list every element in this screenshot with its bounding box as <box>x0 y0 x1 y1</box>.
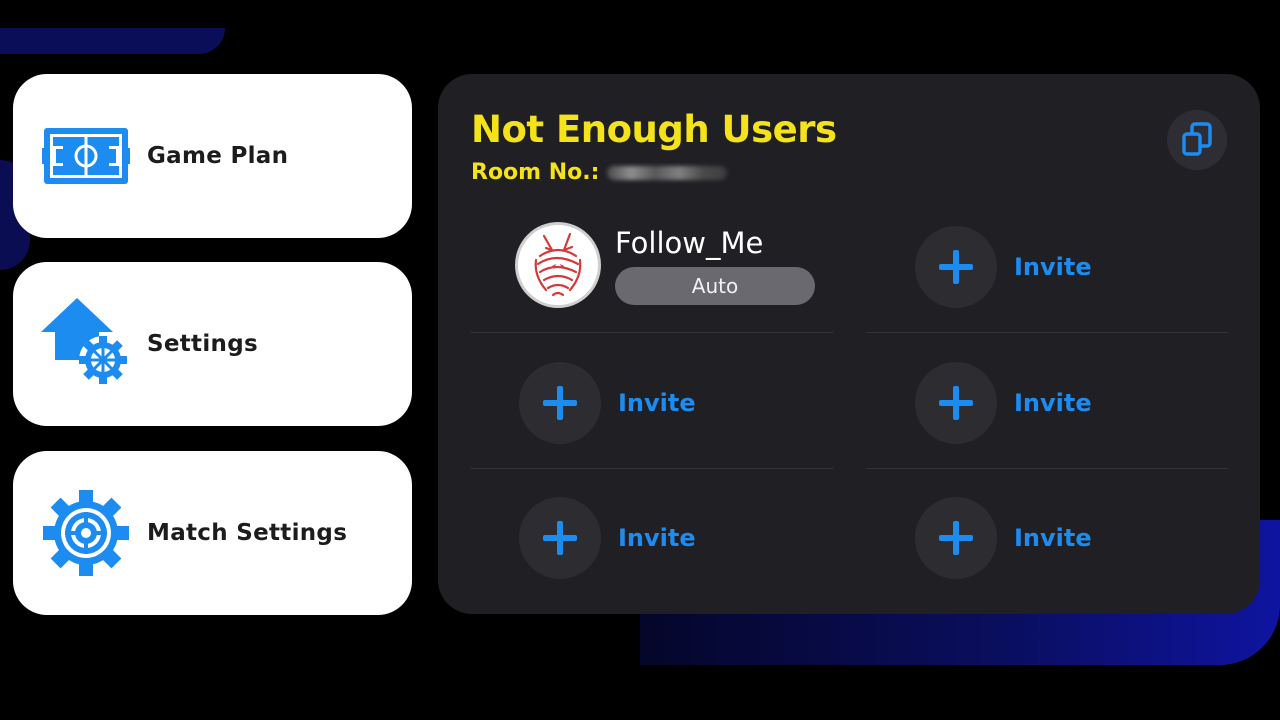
player-status-badge: Auto <box>615 267 815 305</box>
plus-icon <box>543 386 577 420</box>
invite-plus-button[interactable] <box>915 362 997 444</box>
plus-icon <box>939 250 973 284</box>
wolf-avatar-icon <box>515 222 601 308</box>
room-panel: Not Enough Users Room No.: Follow_Me Aut… <box>438 74 1260 614</box>
match-settings-button[interactable]: Match Settings <box>13 451 412 615</box>
invite-label[interactable]: Invite <box>618 389 696 417</box>
copy-icon <box>1182 122 1212 156</box>
plus-icon <box>939 386 973 420</box>
room-number-label: Room No.: <box>471 160 600 185</box>
plus-icon <box>939 521 973 555</box>
player-info: Follow_Me Auto <box>615 225 815 305</box>
invite-plus-button[interactable] <box>915 226 997 308</box>
invite-label[interactable]: Invite <box>618 524 696 552</box>
game-screen: Game Plan Settings Match Settings Not En… <box>0 0 1280 720</box>
invite-slot[interactable]: Invite <box>519 497 696 579</box>
game-plan-button[interactable]: Game Plan <box>13 74 412 238</box>
invite-slot[interactable]: Invite <box>519 362 696 444</box>
invite-slot[interactable]: Invite <box>915 226 1092 308</box>
menu-label: Game Plan <box>147 143 289 169</box>
player-name: Follow_Me <box>615 226 764 260</box>
invite-plus-button[interactable] <box>915 497 997 579</box>
invite-plus-button[interactable] <box>519 362 601 444</box>
invite-plus-button[interactable] <box>519 497 601 579</box>
slot-divider <box>866 332 1228 333</box>
room-number-redacted <box>607 165 728 180</box>
background-shape <box>0 28 225 54</box>
room-status-title: Not Enough Users <box>471 108 837 151</box>
invite-label[interactable]: Invite <box>1014 524 1092 552</box>
invite-label[interactable]: Invite <box>1014 253 1092 281</box>
slot-divider <box>471 332 833 333</box>
match-gear-icon <box>41 485 131 581</box>
invite-slot[interactable]: Invite <box>915 497 1092 579</box>
menu-label: Match Settings <box>147 520 348 546</box>
player-slot-filled[interactable]: Follow_Me Auto <box>515 222 815 308</box>
slot-divider <box>471 468 833 469</box>
room-number: Room No.: <box>471 160 728 185</box>
invite-label[interactable]: Invite <box>1014 389 1092 417</box>
game-plan-field-icon <box>41 108 131 204</box>
copy-room-button[interactable] <box>1167 110 1227 170</box>
menu-label: Settings <box>147 331 258 357</box>
plus-icon <box>543 521 577 555</box>
slot-divider <box>866 468 1228 469</box>
invite-slot[interactable]: Invite <box>915 362 1092 444</box>
settings-button[interactable]: Settings <box>13 262 412 426</box>
home-gear-icon <box>41 296 131 392</box>
